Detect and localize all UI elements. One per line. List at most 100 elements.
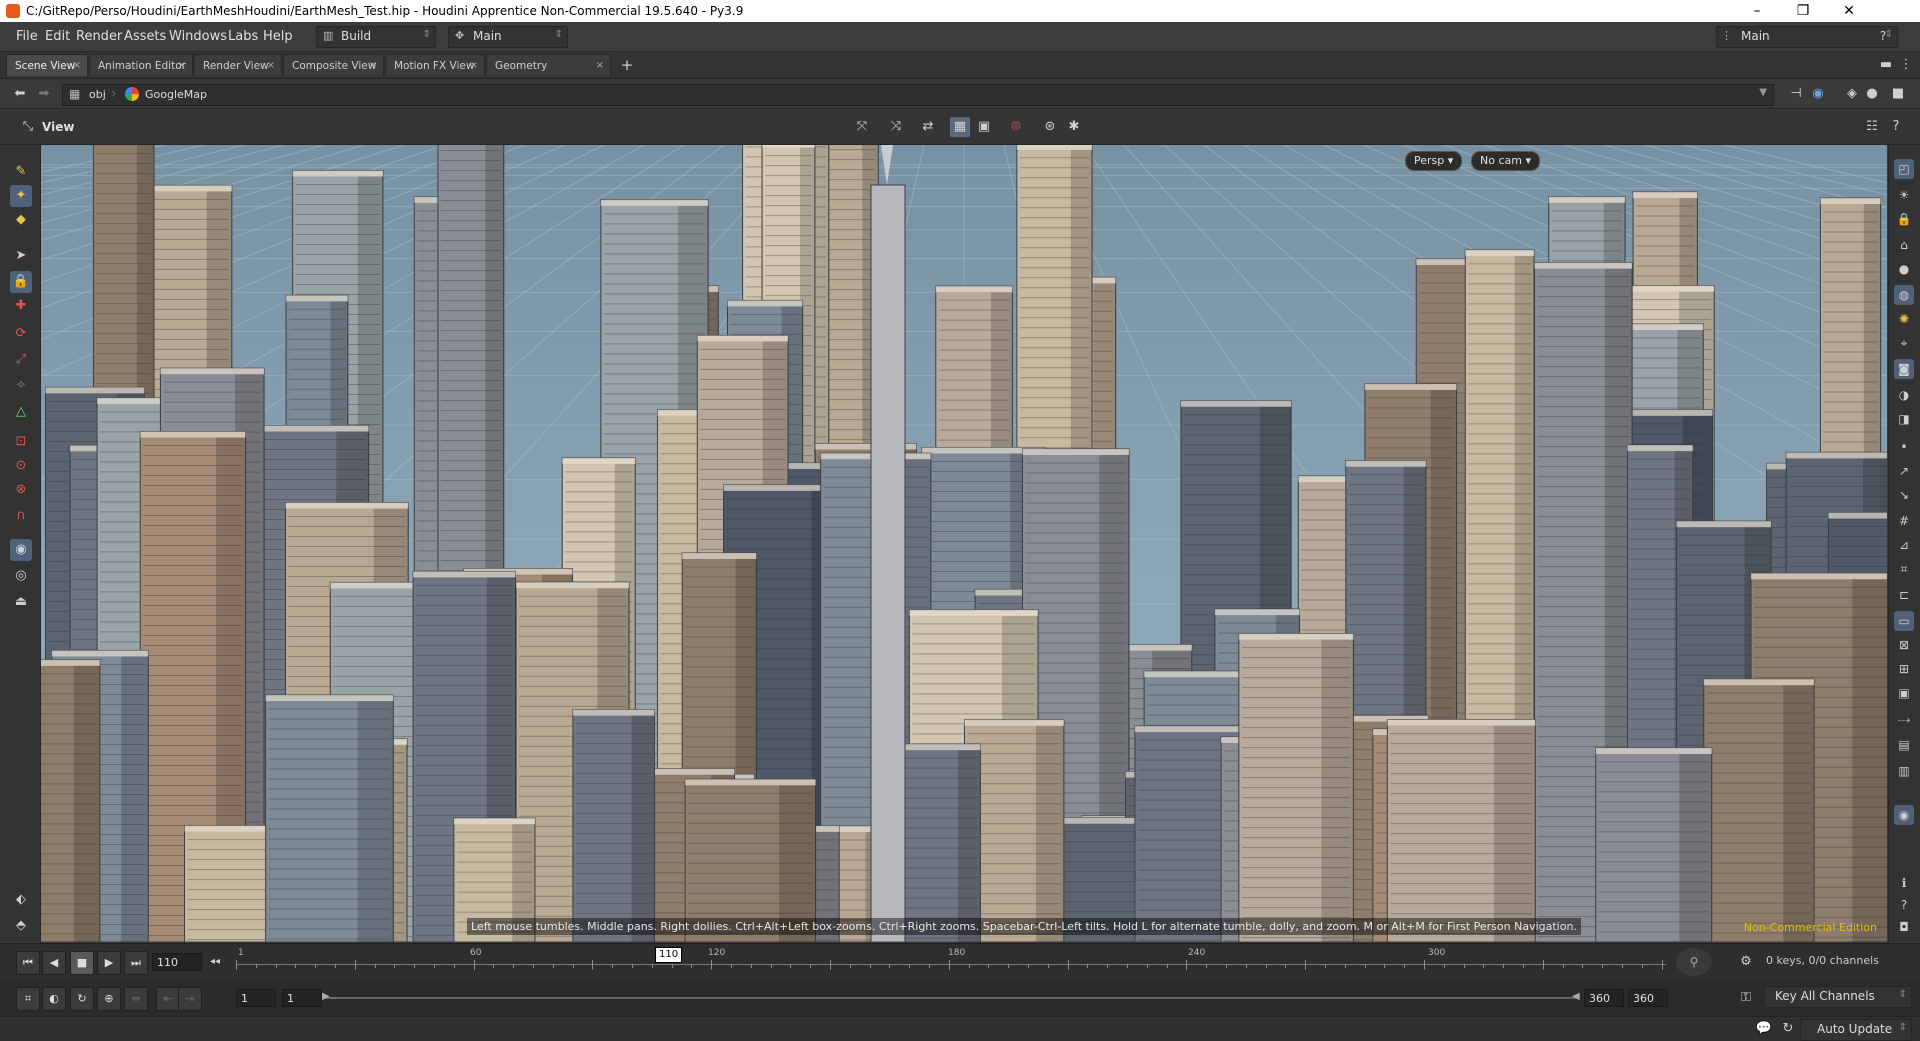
safe-area-icon[interactable]: ▣ — [1894, 683, 1914, 703]
channel-list-icon[interactable]: ⚙ — [1736, 952, 1756, 972]
grid-icon[interactable]: ⊏ — [1894, 585, 1914, 605]
render-region-icon[interactable]: ✱ — [1064, 117, 1084, 137]
path-node[interactable]: GoogleMap — [145, 88, 207, 101]
camera-tool-icon[interactable]: ◉ — [10, 539, 32, 561]
guide-icon[interactable]: ⊞ — [1894, 659, 1914, 679]
lock-icon[interactable]: 🔒 — [10, 271, 32, 293]
gripper-icon[interactable]: ⬖ — [10, 889, 32, 911]
point-icon[interactable]: • — [1894, 437, 1914, 457]
hull-icon[interactable]: ⌗ — [1894, 559, 1914, 579]
home-icon[interactable]: ⌂ — [1894, 235, 1914, 255]
vector-icon[interactable]: ↘ — [1894, 485, 1914, 505]
close-button[interactable]: ✕ — [1826, 0, 1872, 22]
object-icon[interactable]: ◈ — [1842, 84, 1862, 104]
prev-range-icon[interactable]: ⇤ — [156, 987, 180, 1011]
scene-viewport[interactable]: Persp ▾ No cam ▾ Left mouse tumbles. Mid… — [41, 145, 1887, 942]
flipbook-icon[interactable]: ▤ — [1894, 735, 1914, 755]
normal-icon[interactable]: ↗ — [1894, 461, 1914, 481]
range-icon[interactable]: ⇹ — [124, 987, 148, 1011]
tab-geometry-spreadsheet[interactable]: Geometry Spreadsheet× — [486, 54, 611, 94]
close-icon[interactable]: × — [369, 55, 377, 77]
box-icon[interactable]: ⊡ — [10, 431, 32, 453]
playback-end-field[interactable]: 360 — [1628, 989, 1668, 1007]
loop-icon[interactable]: ↻ — [70, 987, 94, 1011]
menu-render[interactable]: Render — [76, 29, 122, 44]
key-icon[interactable]: ⚿ — [1736, 988, 1756, 1008]
chevron-down-icon[interactable]: ▼ — [1759, 87, 1767, 98]
light-bulb-icon[interactable]: ✺ — [1894, 309, 1914, 329]
brush-tool-icon[interactable]: ◆ — [10, 209, 32, 231]
paint-tool-icon[interactable]: ✦ — [10, 185, 32, 207]
wireframe-icon[interactable]: ◍ — [1894, 285, 1914, 305]
stop-button[interactable]: ■ — [70, 951, 94, 975]
handle-icon[interactable]: △ — [10, 401, 32, 423]
uv-icon[interactable]: ⊿ — [1894, 535, 1914, 555]
tab-composite-view[interactable]: Composite View × — [283, 54, 384, 76]
menu-help[interactable]: Help — [263, 29, 293, 44]
chat-icon[interactable]: 💬 — [1754, 1019, 1774, 1039]
refresh-icon[interactable]: ↻ — [1778, 1019, 1798, 1039]
close-icon[interactable]: × — [267, 55, 275, 77]
range-start-handle[interactable]: ▶ — [322, 991, 330, 1002]
menu-labs[interactable]: Labs — [228, 29, 258, 44]
info-icon[interactable]: ℹ — [1894, 873, 1914, 893]
audio-key-icon[interactable]: ⚲ — [1676, 948, 1712, 976]
realtime-icon[interactable]: ⌗ — [16, 987, 40, 1011]
help-icon[interactable]: ? — [1873, 26, 1893, 46]
rotate-icon[interactable]: ⟳ — [10, 323, 32, 345]
close-icon[interactable]: × — [470, 55, 478, 77]
camera-icon[interactable]: ◙ — [1894, 359, 1914, 379]
menu-file[interactable]: File — [16, 29, 38, 44]
minimize-button[interactable]: – — [1734, 0, 1780, 22]
frame-marker[interactable]: 110 — [655, 947, 683, 963]
jump-end-button[interactable]: ⏭ — [124, 951, 148, 975]
close-icon[interactable]: × — [596, 55, 604, 77]
lights-icon[interactable]: ☀ — [1894, 185, 1914, 205]
reset-view-icon[interactable]: ⬘ — [10, 915, 32, 937]
pin-tool-icon[interactable]: ✎ — [10, 161, 32, 183]
next-range-icon[interactable]: ⇥ — [178, 987, 202, 1011]
lock-camera-icon[interactable]: 🔒 — [1894, 209, 1914, 229]
display-settings-icon[interactable]: ☷ — [1862, 117, 1882, 137]
select-arrow-icon[interactable]: ➤ — [10, 245, 32, 267]
background-icon[interactable]: ◨ — [1894, 409, 1914, 429]
render-icon[interactable]: ◘ — [1894, 917, 1914, 937]
range-end-handle[interactable]: ◀ — [1572, 991, 1580, 1002]
back-arrow-icon[interactable]: ⬅ — [10, 84, 30, 104]
pin-icon[interactable]: ⊣ — [1786, 84, 1806, 104]
range-slider[interactable] — [326, 997, 1576, 999]
help-small-icon[interactable]: ? — [1894, 895, 1914, 915]
secure-selection-icon[interactable]: ⊜ — [1006, 117, 1026, 137]
select-mode-icon[interactable]: ▣ — [974, 117, 994, 137]
magnet-icon[interactable]: ∩ — [10, 505, 32, 527]
viewer-help-icon[interactable]: ? — [1886, 117, 1906, 137]
path-root[interactable]: obj — [89, 88, 106, 101]
lasso-icon[interactable]: ⊙ — [10, 455, 32, 477]
camera-menu[interactable]: No cam ▾ — [1471, 151, 1540, 171]
geometry-icon[interactable]: ⌖ — [1894, 333, 1914, 353]
ghost-icon[interactable]: ◰ — [1894, 159, 1914, 179]
pane-options-icon[interactable]: ⋮ — [1896, 55, 1916, 75]
view-tool-icon[interactable]: ◎ — [10, 565, 32, 587]
number-icon[interactable]: # — [1894, 511, 1914, 531]
playback-start-field[interactable]: 1 — [282, 989, 322, 1007]
pose-icon[interactable]: ✧ — [10, 375, 32, 397]
close-icon[interactable]: × — [73, 55, 81, 77]
tab-scene-view[interactable]: Scene View × — [6, 54, 88, 76]
step-prev-key-icon[interactable]: ◂◂ — [205, 952, 225, 972]
sync-icon[interactable]: ⊕ — [97, 987, 121, 1011]
reference-plane-icon[interactable]: ▭ — [1894, 611, 1914, 631]
maximize-button[interactable]: ❐ — [1780, 0, 1826, 22]
step-back-button[interactable]: ◀ — [42, 951, 66, 975]
snapshot-camera-icon[interactable]: ◉ — [1894, 805, 1914, 825]
persp-menu[interactable]: Persp ▾ — [1405, 151, 1463, 171]
tab-motion-fx-view[interactable]: Motion FX View × — [385, 54, 485, 76]
menu-edit[interactable]: Edit — [45, 29, 70, 44]
tab-render-view[interactable]: Render View × — [194, 54, 282, 76]
desktop-selector[interactable]: ▥ Build ⇕ — [316, 26, 436, 48]
shading-icon[interactable]: ● — [1894, 259, 1914, 279]
tab-animation-editor[interactable]: Animation Editor × — [89, 54, 193, 76]
range-start-field[interactable]: 1 — [236, 989, 276, 1007]
select-points-icon[interactable]: ⤧ — [852, 117, 872, 137]
context-selector[interactable]: ✥ Main ⇕ — [448, 26, 568, 48]
